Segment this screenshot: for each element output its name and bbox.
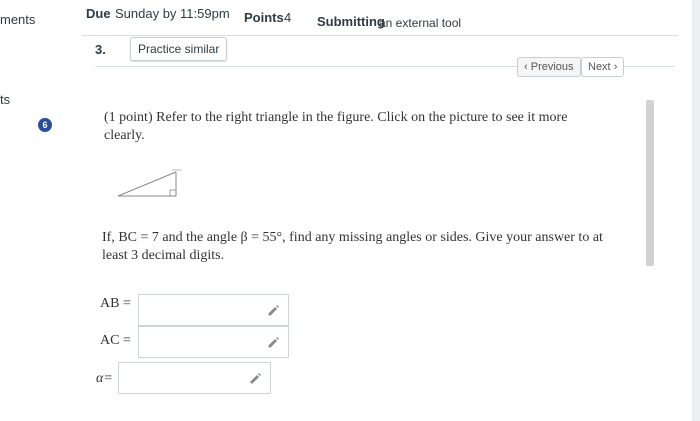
header-divider [82, 35, 678, 36]
question-badge: 6 [38, 118, 52, 132]
question-prompt: If, BC = 7 and the angle β = 55°, find a… [102, 230, 603, 263]
sidebar-fragment-mid[interactable]: ts [0, 92, 10, 107]
pencil-icon[interactable] [266, 304, 280, 316]
question-intro: (1 point) Refer to the right triangle in… [104, 110, 568, 143]
next-button[interactable]: Next › [581, 57, 625, 77]
triangle-figure[interactable] [116, 166, 186, 200]
content-scrollbar[interactable] [646, 100, 654, 266]
submitting-label: Submitting [317, 14, 385, 29]
previous-button[interactable]: ‹ Previous [517, 57, 581, 77]
answer-field-ab[interactable] [138, 294, 289, 326]
submitting-value: an external tool [379, 16, 462, 30]
answer-field-alpha[interactable] [118, 362, 271, 394]
right-edge [692, 0, 700, 421]
pencil-icon[interactable] [266, 336, 280, 348]
left-sidebar [0, 0, 62, 421]
practice-similar-button[interactable]: Practice similar [130, 37, 228, 61]
question-number: 3. [95, 42, 106, 57]
points-value: 4 [284, 10, 292, 25]
chevron-left-icon: ‹ [524, 61, 528, 73]
answer-label-ab: AB = [100, 296, 131, 311]
sidebar-fragment-top[interactable]: ments [0, 12, 35, 27]
answer-field-ac[interactable] [138, 326, 289, 358]
due-value: Sunday by 11:59pm [115, 6, 230, 21]
previous-label: Previous [530, 61, 574, 73]
answer-label-alpha: α= [96, 371, 113, 386]
due-label: Due [86, 6, 111, 21]
chevron-right-icon: › [613, 61, 618, 73]
next-label: Next [588, 61, 611, 73]
pencil-icon[interactable] [248, 372, 262, 384]
answer-label-ac: AC = [100, 333, 131, 348]
points-label: Points [244, 10, 284, 25]
